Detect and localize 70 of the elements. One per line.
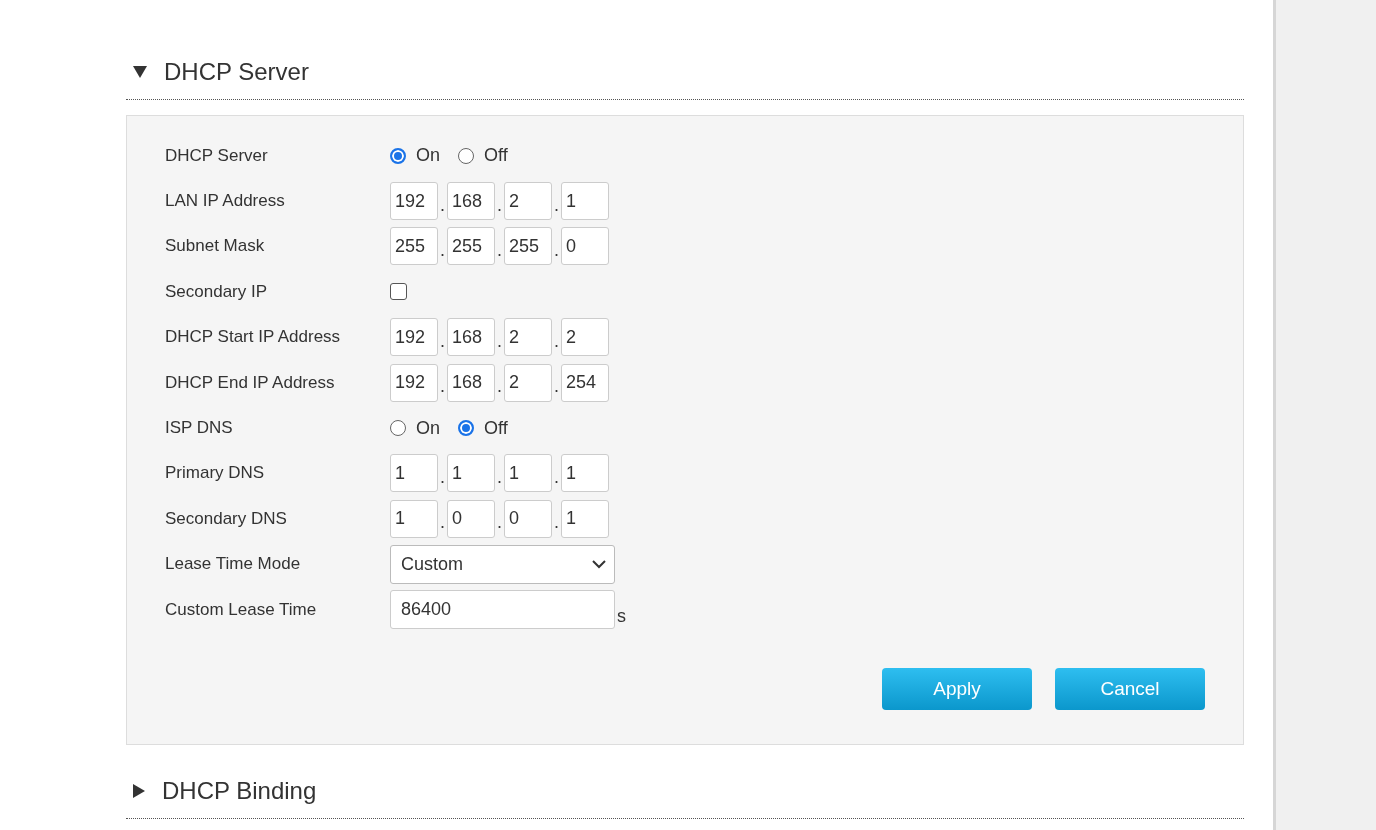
field-label: Lease Time Mode — [164, 554, 302, 575]
ip-octet-field[interactable]: 192 — [390, 363, 438, 402]
ip-separator: . — [439, 238, 446, 261]
ip-octet-field[interactable]: 1 — [561, 454, 609, 493]
ip-octet-field[interactable]: 0 — [447, 499, 495, 538]
field-label: DHCP Server — [164, 145, 269, 166]
ip-separator: . — [496, 511, 503, 534]
ip-octet-field[interactable]: 1 — [390, 499, 438, 538]
expand-triangle-icon[interactable] — [132, 783, 146, 800]
field-label: Secondary IP — [164, 281, 269, 302]
section-title[interactable]: DHCP Server — [164, 58, 309, 86]
ip-separator: . — [496, 329, 503, 352]
ip-octet-field[interactable]: 2 — [561, 318, 609, 357]
ip-octet-field[interactable]: 1 — [447, 454, 495, 493]
ip-separator: . — [496, 193, 503, 216]
ip-octet-field[interactable]: 1 — [504, 454, 552, 493]
ip-octet-field[interactable]: 254 — [561, 363, 609, 402]
ip-octet-field[interactable]: 0 — [504, 499, 552, 538]
lease-time-field[interactable]: 86400 — [390, 590, 615, 630]
ip-separator: . — [496, 375, 503, 398]
ip-separator: . — [553, 193, 560, 216]
collapse-triangle-icon[interactable] — [132, 65, 148, 79]
ip-separator: . — [553, 511, 560, 534]
ip-octet-field[interactable]: 1 — [390, 454, 438, 493]
radio-button[interactable] — [458, 147, 474, 164]
ip-separator: . — [496, 465, 503, 488]
field-label: LAN IP Address — [164, 191, 286, 212]
ip-octet-field[interactable]: 168 — [447, 182, 495, 221]
ip-octet-field[interactable]: 168 — [447, 318, 495, 357]
ip-octet-field[interactable]: 0 — [561, 227, 609, 266]
ip-octet-field[interactable]: 2 — [504, 182, 552, 221]
ip-octet-field[interactable]: 1 — [561, 182, 609, 221]
checkbox[interactable] — [390, 283, 407, 301]
ip-separator: . — [439, 329, 446, 352]
section-title[interactable]: DHCP Binding — [162, 777, 317, 806]
radio-label[interactable]: On — [416, 145, 440, 167]
ip-octet-field[interactable]: 255 — [504, 227, 552, 266]
radio-button[interactable] — [390, 420, 406, 437]
field-label: Primary DNS — [164, 463, 266, 484]
field-label: DHCP Start IP Address — [164, 327, 342, 348]
ip-octet-field[interactable]: 255 — [447, 227, 495, 266]
field-label: Subnet Mask — [164, 236, 266, 257]
ip-octet-field[interactable]: 192 — [390, 182, 438, 221]
ip-separator: . — [553, 238, 560, 261]
ip-separator: . — [439, 465, 446, 488]
field-label: Secondary DNS — [164, 508, 288, 529]
chevron-down-icon — [592, 559, 606, 569]
field-label: DHCP End IP Address — [164, 372, 336, 393]
ip-separator: . — [553, 375, 560, 398]
radio-button[interactable] — [458, 420, 474, 437]
ip-octet-field[interactable]: 255 — [390, 227, 438, 266]
radio-button[interactable] — [390, 147, 406, 164]
unit-label: s — [617, 606, 626, 628]
ip-octet-field[interactable]: 168 — [447, 363, 495, 402]
ip-separator: . — [496, 238, 503, 261]
field-label: Custom Lease Time — [164, 599, 318, 620]
ip-separator: . — [439, 511, 446, 534]
ip-separator: . — [439, 375, 446, 398]
field-label: ISP DNS — [164, 418, 234, 439]
ip-separator: . — [439, 193, 446, 216]
ip-octet-field[interactable]: 2 — [504, 318, 552, 357]
ip-separator: . — [553, 465, 560, 488]
radio-label[interactable]: Off — [484, 145, 508, 167]
ip-octet-field[interactable]: 2 — [504, 363, 552, 402]
ip-octet-field[interactable]: 1 — [561, 499, 609, 538]
lease-mode-dropdown[interactable]: Custom — [390, 544, 615, 584]
radio-label[interactable]: Off — [484, 417, 508, 439]
ip-octet-field[interactable]: 192 — [390, 318, 438, 357]
ip-separator: . — [553, 329, 560, 352]
radio-label[interactable]: On — [416, 417, 440, 439]
